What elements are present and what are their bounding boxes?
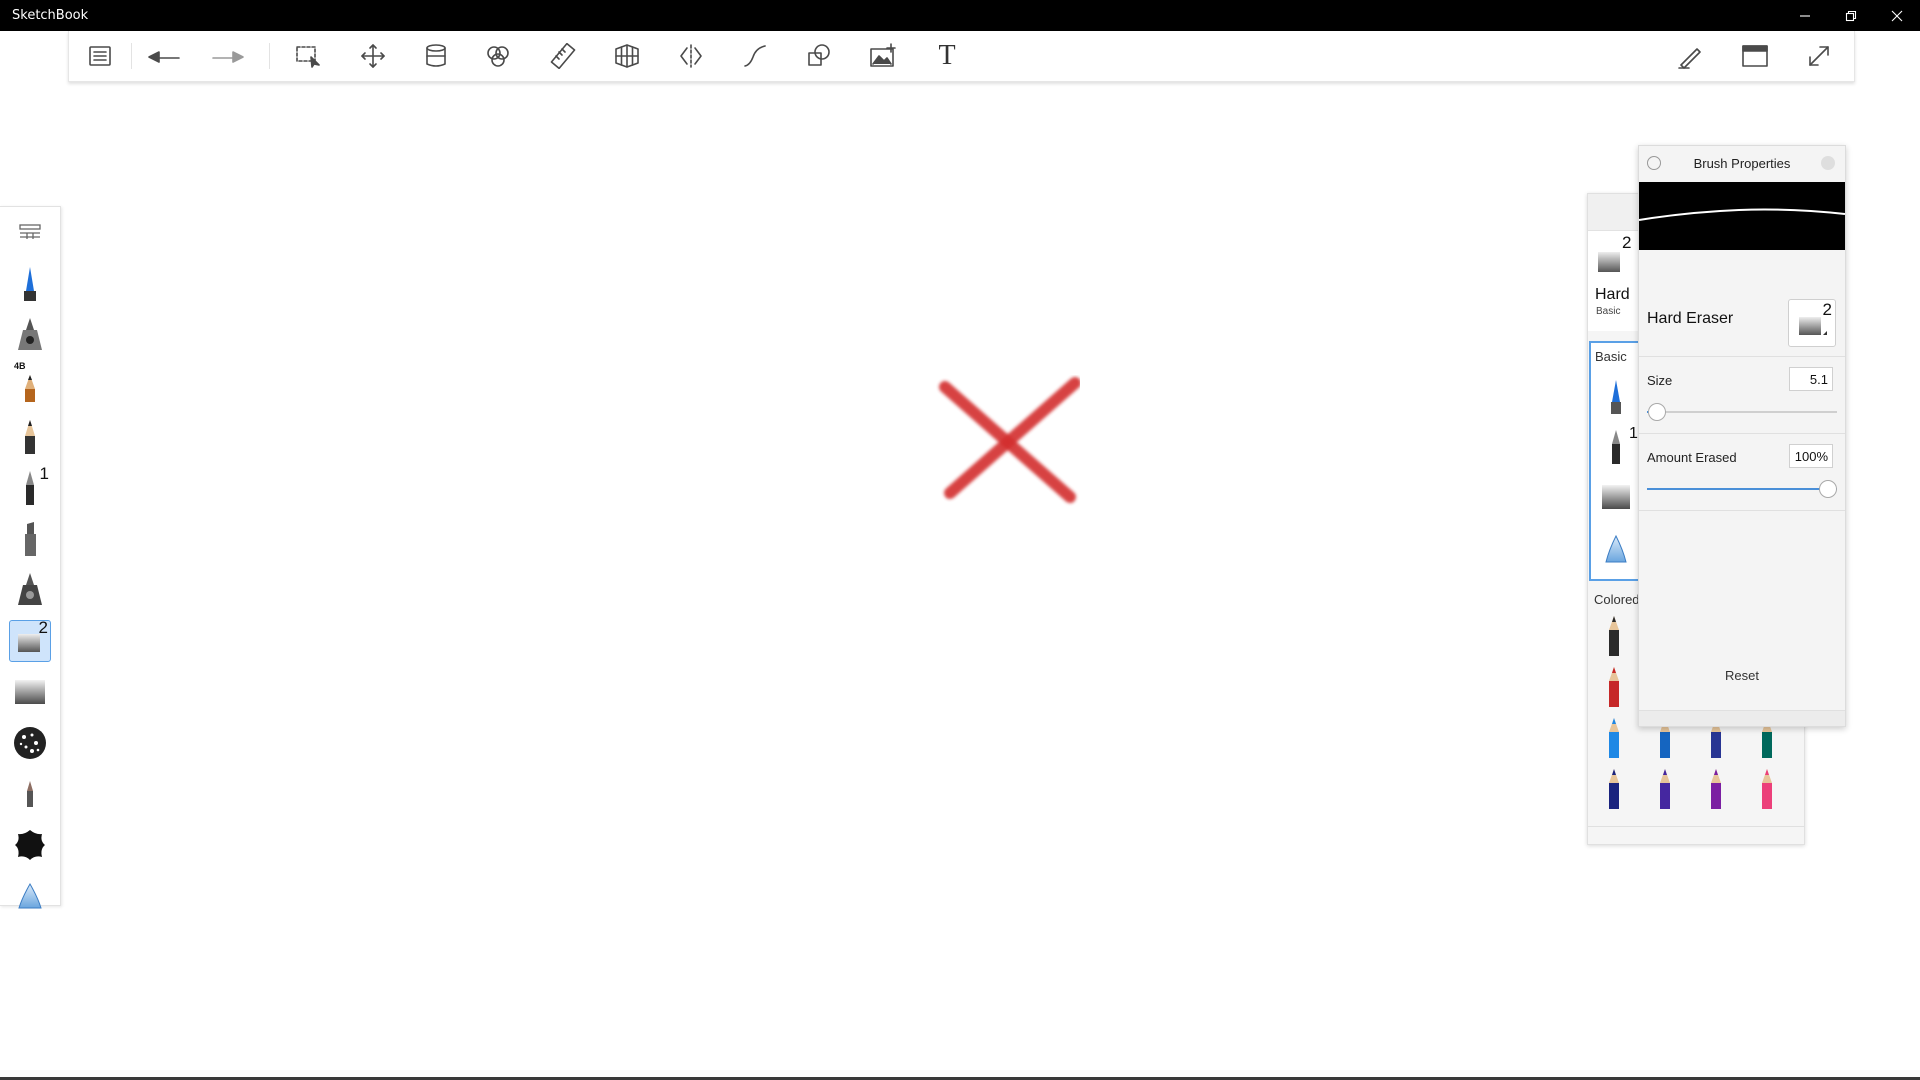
brush-badge: 1 xyxy=(39,464,49,483)
colored-pencil-icon[interactable] xyxy=(1602,614,1626,658)
brush-library-footer xyxy=(1588,826,1804,844)
toolbar-separator xyxy=(131,43,132,69)
symmetry-icon[interactable] xyxy=(673,40,709,72)
panel-title: Brush Properties xyxy=(1693,156,1791,171)
set-label-basic: Basic xyxy=(1595,349,1627,364)
perspective-grid-icon[interactable] xyxy=(609,40,645,72)
redo-icon[interactable] xyxy=(210,40,246,72)
text-icon[interactable]: T xyxy=(929,40,965,72)
palette-menu-icon[interactable] xyxy=(9,211,51,253)
color-circles-icon[interactable] xyxy=(480,40,516,72)
brush-stroke-preview xyxy=(1638,182,1846,250)
ballpoint-pen-icon[interactable]: 1 xyxy=(1599,425,1638,467)
minimize-icon[interactable] xyxy=(1782,0,1828,31)
divider xyxy=(1639,433,1845,434)
ink-splat-icon[interactable] xyxy=(9,824,51,866)
size-slider[interactable] xyxy=(1647,402,1837,422)
colored-pencil-icon[interactable] xyxy=(1602,665,1626,709)
airbrush-gray-icon[interactable] xyxy=(9,569,51,611)
move-icon[interactable] xyxy=(355,40,391,72)
blender-icon[interactable] xyxy=(9,875,51,917)
soft-eraser-icon[interactable] xyxy=(9,671,51,713)
brush-badge: 2 xyxy=(1622,233,1632,252)
slider-fill xyxy=(1647,488,1837,490)
brush-name-row: Hard Eraser 2 xyxy=(1639,296,1845,356)
add-image-icon[interactable] xyxy=(865,40,901,72)
ballpoint-pen-icon[interactable]: 1 xyxy=(9,464,51,509)
curve-icon[interactable] xyxy=(737,40,773,72)
panel-footer xyxy=(1639,710,1845,726)
divider xyxy=(1639,510,1845,511)
colored-pencil-icon[interactable] xyxy=(1602,767,1626,811)
brush-properties-panel: Brush Properties Hard Eraser 2 Size 5.1 … xyxy=(1638,145,1846,727)
brush-palette: 4B 1 2 xyxy=(0,206,61,909)
basic-brush-set[interactable]: Basic 1 xyxy=(1589,341,1641,581)
brush-badge: 2 xyxy=(38,618,48,637)
window-icon[interactable] xyxy=(1737,40,1773,72)
smudge-icon[interactable] xyxy=(9,773,51,815)
slider-thumb[interactable] xyxy=(1819,480,1837,498)
title-bar: SketchBook xyxy=(0,0,1920,31)
current-brush-set: Basic xyxy=(1596,306,1621,317)
texture-brush-icon[interactable] xyxy=(9,722,51,764)
text-tool-label: T xyxy=(938,40,956,71)
amount-erased-slider[interactable] xyxy=(1647,479,1837,499)
toolbar-separator xyxy=(269,43,270,69)
soft-eraser-icon[interactable] xyxy=(1599,477,1633,517)
undo-icon[interactable] xyxy=(146,40,182,72)
size-value-field[interactable]: 5.1 xyxy=(1789,367,1833,391)
size-label: Size xyxy=(1647,373,1673,388)
hard-eraser-icon[interactable]: 2 xyxy=(9,618,51,662)
brush-badge: 2 xyxy=(1822,300,1832,319)
app-title: SketchBook xyxy=(12,8,89,23)
restore-icon[interactable] xyxy=(1828,0,1874,31)
pencil-tag: 4B xyxy=(14,361,26,371)
expand-icon[interactable] xyxy=(1801,40,1837,72)
hard-eraser-icon: 2 xyxy=(1594,233,1631,279)
pen-blue-icon[interactable] xyxy=(1599,377,1633,417)
main-toolbar: T xyxy=(68,31,1855,82)
pen-blue-icon[interactable] xyxy=(9,263,51,305)
divider xyxy=(1639,356,1845,357)
reset-button[interactable]: Reset xyxy=(1639,668,1845,683)
layers-icon[interactable] xyxy=(418,40,454,72)
current-brush-name: Hard xyxy=(1595,286,1630,303)
marker-icon[interactable] xyxy=(9,518,51,560)
pencil-4b-icon[interactable]: 4B xyxy=(9,361,51,407)
canvas-stroke-mark[interactable] xyxy=(930,375,1080,515)
amount-erased-label: Amount Erased xyxy=(1647,450,1737,465)
brush-badge: 1 xyxy=(1629,425,1638,442)
shapes-icon[interactable] xyxy=(801,40,837,72)
amount-erased-value-field[interactable]: 100% xyxy=(1789,444,1833,468)
selection-icon[interactable] xyxy=(290,40,326,72)
blender-icon[interactable] xyxy=(1599,529,1633,569)
close-icon[interactable] xyxy=(1874,0,1920,31)
set-label-colored: Colored xyxy=(1594,592,1640,607)
list-icon[interactable] xyxy=(82,40,118,72)
slider-track xyxy=(1647,411,1837,413)
colored-pencil-icon[interactable] xyxy=(1653,767,1677,811)
pen-icon[interactable] xyxy=(1673,40,1709,72)
colored-pencil-icon[interactable] xyxy=(1602,716,1626,760)
colored-pencil-icon[interactable] xyxy=(1704,767,1728,811)
window-controls xyxy=(1782,0,1920,31)
brush-name: Hard Eraser xyxy=(1647,310,1734,327)
ruler-icon[interactable] xyxy=(545,40,581,72)
slider-thumb[interactable] xyxy=(1647,403,1666,421)
colored-pencil-icon[interactable] xyxy=(1755,767,1779,811)
pencil-icon[interactable] xyxy=(9,416,51,458)
brush-thumbnail[interactable]: 2 xyxy=(1788,299,1836,347)
airbrush-icon[interactable] xyxy=(9,314,51,356)
panel-close-icon[interactable] xyxy=(1821,156,1835,170)
